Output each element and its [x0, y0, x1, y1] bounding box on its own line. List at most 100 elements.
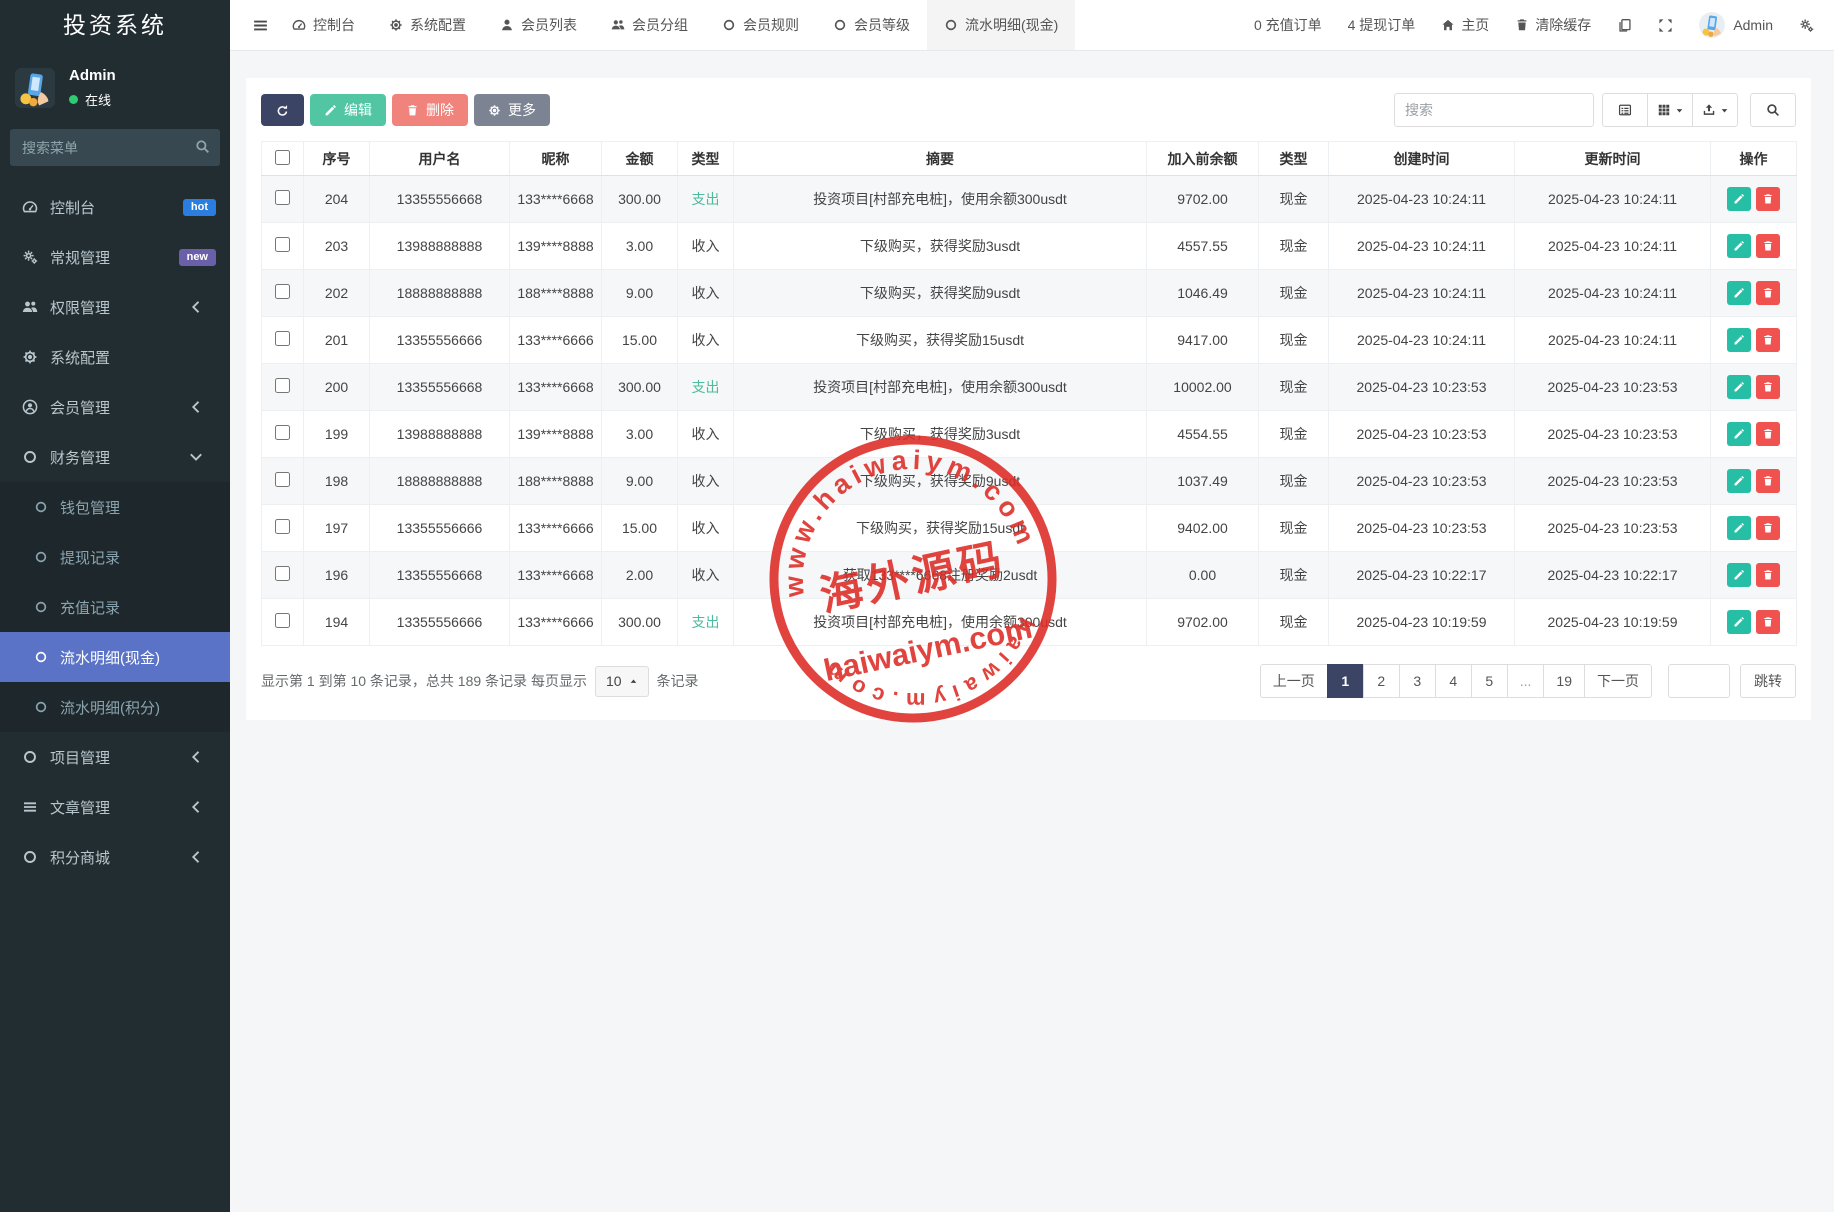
row-checkbox[interactable]: [275, 331, 290, 346]
row-delete-button[interactable]: [1756, 187, 1780, 211]
jump-button[interactable]: 跳转: [1740, 664, 1796, 698]
sidebar-item-label: 常规管理: [50, 247, 179, 268]
row-edit-button[interactable]: [1727, 187, 1751, 211]
row-edit-button[interactable]: [1727, 375, 1751, 399]
row-checkbox[interactable]: [275, 425, 290, 440]
edit-button[interactable]: 编辑: [310, 94, 386, 126]
sidebar-item-dashboard[interactable]: 控制台hot: [0, 182, 230, 232]
hamburger-icon[interactable]: [252, 17, 269, 34]
sidebar-search-input[interactable]: [10, 129, 220, 166]
sidebar-subitem-flow-points[interactable]: 流水明细(积分): [0, 682, 230, 732]
row-edit-button[interactable]: [1727, 610, 1751, 634]
row-delete-button[interactable]: [1756, 563, 1780, 587]
pagination-prev[interactable]: 上一页: [1260, 664, 1328, 698]
circle-icon: [32, 500, 50, 514]
row-edit-button[interactable]: [1727, 234, 1751, 258]
table-view-button-group: [1602, 93, 1738, 127]
sidebar-item-finance[interactable]: 财务管理: [0, 432, 230, 482]
row-delete-button[interactable]: [1756, 234, 1780, 258]
pagination-page-2[interactable]: 2: [1363, 664, 1400, 698]
row-checkbox[interactable]: [275, 284, 290, 299]
row-edit-button[interactable]: [1727, 516, 1751, 540]
row-edit-button[interactable]: [1727, 281, 1751, 305]
row-edit-button[interactable]: [1727, 422, 1751, 446]
columns-button[interactable]: [1647, 93, 1693, 127]
row-checkbox[interactable]: [275, 519, 290, 534]
row-checkbox[interactable]: [275, 613, 290, 628]
row-edit-button[interactable]: [1727, 469, 1751, 493]
pagination-page-5[interactable]: 5: [1471, 664, 1508, 698]
copy-page-button[interactable]: [1617, 18, 1632, 33]
sidebar-item-label: 权限管理: [50, 297, 186, 318]
circle-icon: [32, 700, 50, 714]
delete-button[interactable]: 删除: [392, 94, 468, 126]
tab-flow-cash[interactable]: 流水明细(现金): [927, 0, 1075, 50]
fullscreen-button[interactable]: [1658, 18, 1673, 33]
sidebar-item-label: 会员管理: [50, 397, 186, 418]
sidebar-item-project[interactable]: 项目管理: [0, 732, 230, 782]
tab-dashboard[interactable]: 控制台: [275, 0, 372, 50]
tab-member-rule[interactable]: 会员规则: [705, 0, 816, 50]
refresh-button[interactable]: [261, 94, 304, 126]
row-delete-button[interactable]: [1756, 422, 1780, 446]
pagination-page-1[interactable]: 1: [1327, 664, 1364, 698]
pagination-page-3[interactable]: 3: [1399, 664, 1436, 698]
settings-button[interactable]: [1799, 18, 1814, 33]
detail-view-button[interactable]: [1602, 93, 1648, 127]
sidebar-item-general[interactable]: 常规管理new: [0, 232, 230, 282]
sidebar-subitem-wallet[interactable]: 钱包管理: [0, 482, 230, 532]
page-size-select[interactable]: 10: [595, 666, 649, 697]
row-edit-button[interactable]: [1727, 328, 1751, 352]
pagination-page-19[interactable]: 19: [1543, 664, 1585, 698]
sidebar-item-member[interactable]: 会员管理: [0, 382, 230, 432]
search-button[interactable]: [1750, 93, 1796, 127]
jump-page-input[interactable]: [1668, 664, 1730, 698]
row-checkbox[interactable]: [275, 190, 290, 205]
recharge-orders-link[interactable]: 0 充值订单: [1254, 15, 1322, 35]
table-search-input[interactable]: [1394, 93, 1594, 127]
cell-currency: 现金: [1259, 505, 1329, 552]
tab-member-group[interactable]: 会员分组: [594, 0, 705, 50]
row-delete-button[interactable]: [1756, 281, 1780, 305]
row-delete-button[interactable]: [1756, 375, 1780, 399]
search-icon[interactable]: [195, 139, 210, 154]
clear-cache-link[interactable]: 清除缓存: [1515, 15, 1591, 35]
row-delete-button[interactable]: [1756, 610, 1780, 634]
row-edit-button[interactable]: [1727, 563, 1751, 587]
row-delete-button[interactable]: [1756, 469, 1780, 493]
row-checkbox[interactable]: [275, 566, 290, 581]
sidebar-item-article[interactable]: 文章管理: [0, 782, 230, 832]
row-delete-button[interactable]: [1756, 328, 1780, 352]
sidebar-badge-new: new: [179, 249, 216, 266]
row-checkbox[interactable]: [275, 237, 290, 252]
tab-member-list[interactable]: 会员列表: [483, 0, 594, 50]
withdraw-orders-link[interactable]: 4 提现订单: [1348, 15, 1416, 35]
cell-type: 收入: [678, 270, 734, 317]
row-checkbox[interactable]: [275, 472, 290, 487]
sidebar-item-points-mall[interactable]: 积分商城: [0, 832, 230, 882]
select-all-checkbox[interactable]: [275, 150, 290, 165]
cell-actions: [1711, 458, 1797, 505]
export-button[interactable]: [1692, 93, 1738, 127]
sidebar-subitem-flow-cash[interactable]: 流水明细(现金): [0, 632, 230, 682]
navbar-user-menu[interactable]: Admin: [1699, 12, 1773, 38]
pencil-icon: [1733, 334, 1745, 346]
cell-updated-at: 2025-04-23 10:23:53: [1515, 364, 1711, 411]
row-checkbox[interactable]: [275, 378, 290, 393]
cell-actions: [1711, 176, 1797, 223]
pagination-page-4[interactable]: 4: [1435, 664, 1472, 698]
home-link[interactable]: 主页: [1441, 15, 1489, 35]
circle-icon: [20, 449, 40, 465]
sidebar-item-system-config[interactable]: 系统配置: [0, 332, 230, 382]
sidebar-subitem-withdraw-records[interactable]: 提现记录: [0, 532, 230, 582]
tab-member-level[interactable]: 会员等级: [816, 0, 927, 50]
more-button[interactable]: 更多: [474, 94, 550, 126]
sidebar-subitem-recharge-records[interactable]: 充值记录: [0, 582, 230, 632]
sidebar-item-permission[interactable]: 权限管理: [0, 282, 230, 332]
pagination-next[interactable]: 下一页: [1584, 664, 1652, 698]
cell-amount: 9.00: [602, 458, 678, 505]
tab-system-config[interactable]: 系统配置: [372, 0, 483, 50]
cell-nickname: 133****6668: [510, 364, 602, 411]
sidebar-menu: 控制台hot常规管理new权限管理系统配置会员管理财务管理钱包管理提现记录充值记…: [0, 182, 230, 882]
row-delete-button[interactable]: [1756, 516, 1780, 540]
